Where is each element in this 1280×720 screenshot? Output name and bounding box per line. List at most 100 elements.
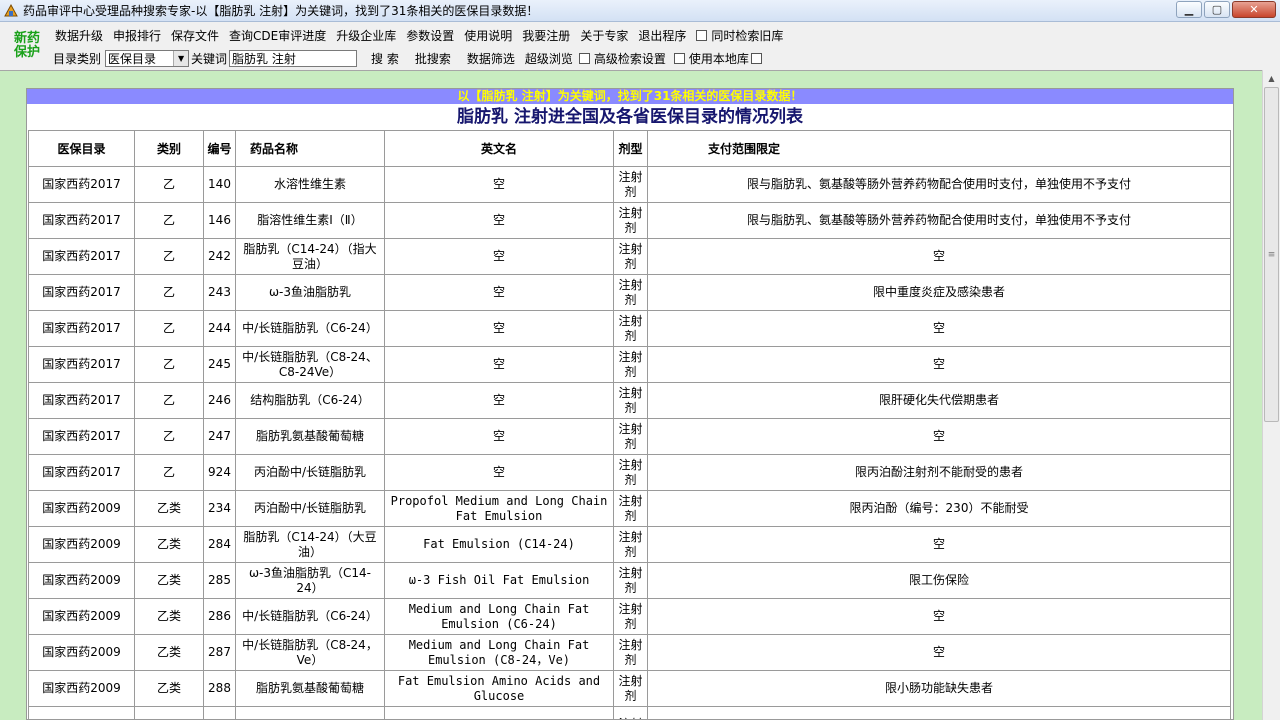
cell-payment-scope: 空	[647, 346, 1231, 383]
cell-payment-scope: 空	[647, 634, 1231, 671]
table-row: 国家西药2017 乙 244 中/长链脂肪乳（C6-24）空注射剂空	[28, 310, 1231, 347]
minimize-button[interactable]: ▁	[1176, 1, 1202, 18]
cell-dosage-form: 注射剂	[613, 274, 648, 311]
category-label: 目录类别	[53, 51, 102, 66]
table-row: 国家西药2017 乙 245 中/长链脂肪乳（C8-24、C8-24Ve）空注射剂空	[28, 346, 1231, 383]
table-row: 国家西药2017 乙 247 脂肪乳氨基酸葡萄糖空注射剂空	[28, 418, 1231, 455]
cell-class: 乙类	[134, 562, 204, 599]
batch-search-button[interactable]: 批搜索	[415, 50, 451, 67]
scroll-thumb[interactable]: ≡	[1264, 87, 1279, 422]
col-header-payment-scope: 支付范围限定	[647, 130, 1231, 167]
table-row: 国家西药2009 乙类 285 ω-3鱼油脂肪乳（C14-24） ω-3 Fish Oi…	[28, 562, 1231, 599]
table-row: 国家西药2017 乙 243 ω-3鱼油脂肪乳空注射剂 限中重度炎症及感染患者	[28, 274, 1231, 311]
menu-cde-progress[interactable]: 查询CDE审评进度	[229, 27, 326, 44]
cell-english-name: 空	[384, 454, 614, 491]
cell-catalog: 国家西药2009	[28, 490, 135, 527]
cell-number: 243	[203, 274, 236, 311]
local-db-checkbox[interactable]	[673, 52, 685, 64]
cell-drug-name: 丙泊酚中/长链脂肪乳	[235, 454, 385, 491]
maximize-button[interactable]: ▢	[1204, 1, 1230, 18]
table-row: 国家西药2017 乙 242 脂肪乳（C14-24）（指大豆油）空注射剂空	[28, 238, 1231, 275]
cell-drug-name: 脂肪乳氨基酸葡萄糖	[235, 418, 385, 455]
cell-drug-name: 丙泊酚中/长链脂肪乳	[235, 490, 385, 527]
cell-drug-name: 中/长链脂肪乳（C6-24）	[235, 310, 385, 347]
toolbar: 新药 保护 数据升级 申报排行 保存文件 查询CDE审评进度 升级企业库 参数设…	[0, 22, 1280, 68]
old-db-label: 同时检索旧库	[711, 28, 784, 43]
cell-payment-scope: 限肝硬化失代偿期患者	[647, 382, 1231, 419]
super-browse-button[interactable]: 超级浏览	[525, 50, 573, 67]
cell-payment-scope	[647, 706, 1231, 719]
table-row: 国家西药2009 乙类 234 丙泊酚中/长链脂肪乳 Propofol Medium a…	[28, 490, 1231, 527]
cell-english-name: 空	[384, 166, 614, 203]
filter-button[interactable]: 数据筛选	[467, 50, 515, 67]
cell-drug-name	[235, 706, 385, 719]
title-bar: 药品审评中心受理品种搜索专家-以【脂肪乳 注射】为关键词，找到了31条相关的医保…	[0, 0, 1280, 22]
col-header-number: 编号	[203, 130, 236, 167]
cell-number: 244	[203, 310, 236, 347]
cell-dosage-form: 注射剂	[613, 202, 648, 239]
cell-dosage-form: 注射剂	[613, 382, 648, 419]
cell-payment-scope: 限工伤保险	[647, 562, 1231, 599]
cell-english-name: 空	[384, 202, 614, 239]
menu-data-upgrade[interactable]: 数据升级	[55, 27, 103, 44]
menu-upgrade-company[interactable]: 升级企业库	[336, 27, 396, 44]
cell-catalog: 国家西药2017	[28, 166, 135, 203]
cell-payment-scope: 空	[647, 238, 1231, 275]
menu-save-file[interactable]: 保存文件	[171, 27, 219, 44]
window-controls: ▁ ▢ ✕	[1174, 1, 1276, 18]
cell-drug-name: ω-3鱼油脂肪乳（C14-24）	[235, 562, 385, 599]
cell-dosage-form: 注射剂	[613, 634, 648, 671]
cell-payment-scope: 限丙泊酚注射剂不能耐受的患者	[647, 454, 1231, 491]
keyword-label: 关键词	[191, 51, 228, 66]
cell-number: 242	[203, 238, 236, 275]
cell-number: 247	[203, 418, 236, 455]
cell-number: 287	[203, 634, 236, 671]
menu-bar: 数据升级 申报排行 保存文件 查询CDE审评进度 升级企业库 参数设置 使用说明…	[55, 26, 793, 44]
advanced-search-checkbox[interactable]	[578, 52, 590, 64]
cell-class: 乙	[134, 346, 204, 383]
cell-dosage-form: 注射剂	[613, 454, 648, 491]
menu-register[interactable]: 我要注册	[522, 27, 570, 44]
menu-exit[interactable]: 退出程序	[638, 27, 686, 44]
cell-dosage-form: 注射剂	[613, 562, 648, 599]
menu-settings[interactable]: 参数设置	[406, 27, 454, 44]
cell-drug-name: 结构脂肪乳（C6-24）	[235, 382, 385, 419]
cell-english-name: 空	[384, 238, 614, 275]
cell-payment-scope: 限与脂肪乳、氨基酸等肠外营养药物配合使用时支付，单独使用不予支付	[647, 166, 1231, 203]
cell-dosage-form: 注射剂	[613, 670, 648, 707]
result-banner: 以【脂肪乳 注射】为关键词，找到了31条相关的医保目录数据！	[27, 89, 1233, 104]
col-header-catalog: 医保目录	[28, 130, 135, 167]
cell-english-name: ω-3 Fish Oil Fat Emulsion	[384, 562, 614, 599]
menu-ranking[interactable]: 申报排行	[113, 27, 161, 44]
chevron-down-icon[interactable]: ▼	[173, 50, 189, 66]
cell-class: 乙	[134, 166, 204, 203]
cell-catalog: 国家西药2009	[28, 670, 135, 707]
old-db-checkbox[interactable]	[696, 29, 708, 41]
cell-english-name: Medium and Long Chain Fat Emulsion (C6-2…	[384, 598, 614, 635]
col-header-drug-name: 药品名称	[235, 130, 385, 167]
cell-drug-name: ω-3鱼油脂肪乳	[235, 274, 385, 311]
scroll-up-icon[interactable]: ▲	[1263, 70, 1280, 87]
local-db-checkbox-2[interactable]	[750, 52, 762, 64]
table-body: 国家西药2017 乙 140 水溶性维生素空注射剂 限与脂肪乳、氨基酸等肠外营养药物配合…	[28, 166, 1231, 719]
table-row: 国家西药2009 乙类 287 中/长链脂肪乳（C8-24，Ve） Medium and…	[28, 634, 1231, 671]
close-button[interactable]: ✕	[1232, 1, 1276, 18]
search-button[interactable]: 搜 索	[371, 50, 399, 67]
cell-payment-scope: 空	[647, 418, 1231, 455]
menu-help[interactable]: 使用说明	[464, 27, 512, 44]
cell-catalog: 国家西药2009	[28, 598, 135, 635]
vertical-scrollbar[interactable]: ▲ ≡	[1262, 70, 1280, 720]
keyword-input[interactable]	[229, 49, 358, 67]
window-title: 药品审评中心受理品种搜索专家-以【脂肪乳 注射】为关键词，找到了31条相关的医保…	[23, 4, 539, 18]
table-row: 国家西药2017 乙 246 结构脂肪乳（C6-24）空注射剂 限肝硬化失代偿期患者	[28, 382, 1231, 419]
cell-catalog: 国家西药2009	[28, 526, 135, 563]
menu-about[interactable]: 关于专家	[580, 27, 628, 44]
cell-english-name: 空	[384, 274, 614, 311]
cell-payment-scope: 限小肠功能缺失患者	[647, 670, 1231, 707]
category-select[interactable]: 医保目录 ▼	[105, 49, 190, 67]
cell-catalog: 国家西药2017	[28, 454, 135, 491]
cell-drug-name: 脂溶性维生素Ⅰ（Ⅱ）	[235, 202, 385, 239]
cell-class: 乙	[134, 310, 204, 347]
cell-drug-name: 中/长链脂肪乳（C6-24）	[235, 598, 385, 635]
cell-payment-scope: 空	[647, 310, 1231, 347]
